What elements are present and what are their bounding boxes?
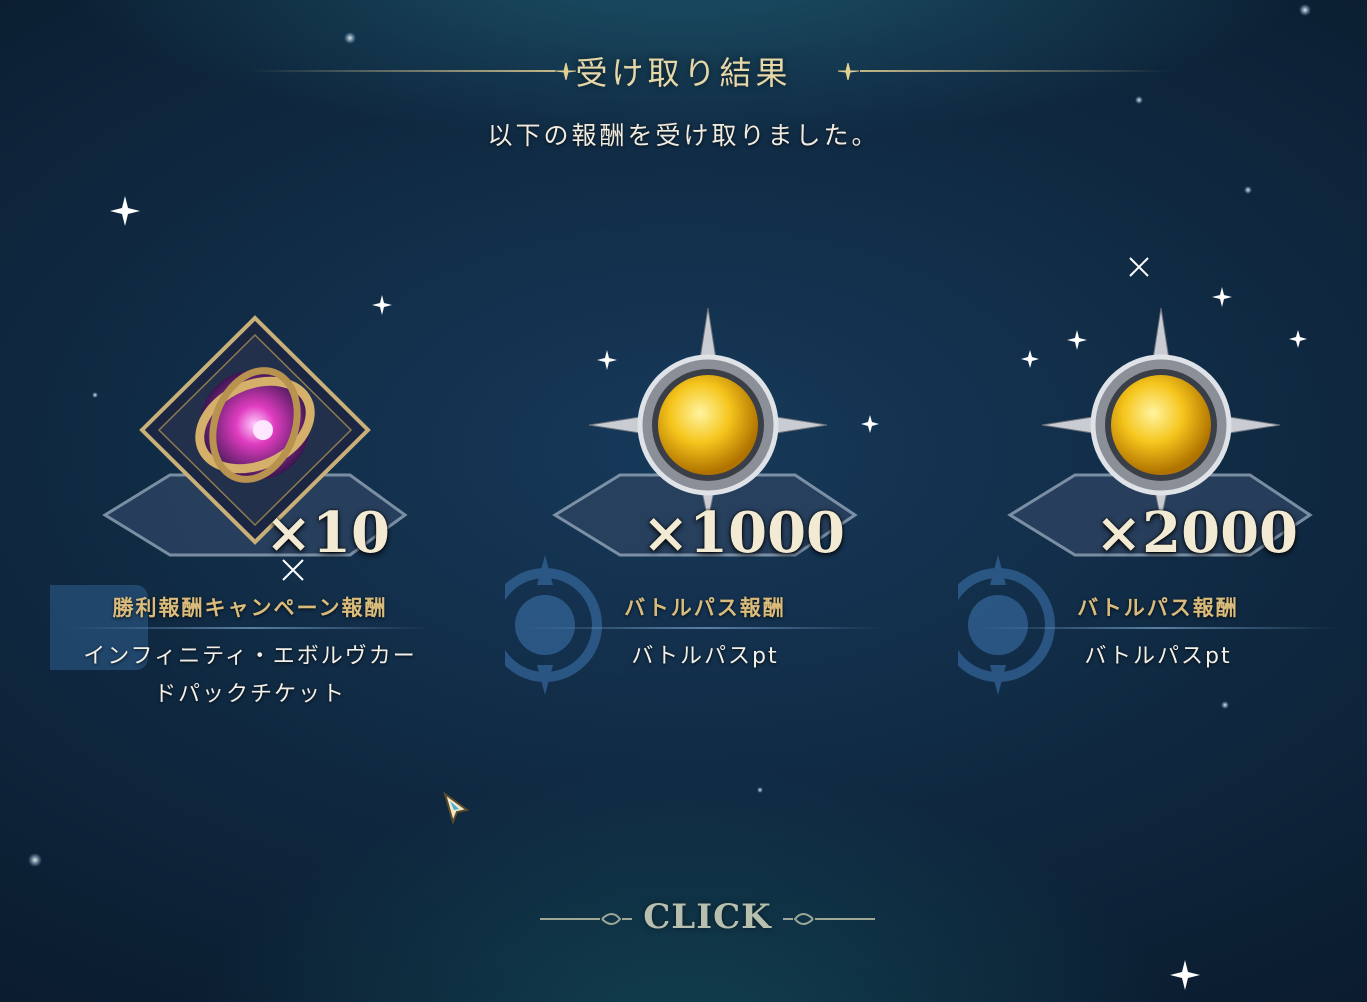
reward-2-category: バトルパス報酬 [624,596,786,620]
category-underline [525,627,885,629]
reward-3-name: バトルパスpt [958,638,1358,676]
reward-2-quantity: ×1000 [642,500,845,566]
category-underline [978,627,1338,629]
reward-card-1: ×10 勝利報酬キャンペーン報酬 インフィニティ・エボルヴカー ドパックチケット [50,0,450,720]
category-underline [70,627,430,629]
reward-1-category: 勝利報酬キャンペーン報酬 [112,596,388,620]
mouse-cursor-icon [443,792,470,824]
reward-1-name-line2: ドパックチケット [153,682,346,707]
click-ornament-right [783,913,875,925]
reward-1-quantity: ×10 [265,500,390,566]
reward-2-name: バトルパスpt [505,638,905,676]
reward-3-quantity: ×2000 [1095,500,1298,566]
reward-2-name-line1: バトルパスpt [631,644,779,669]
reward-1-name-line1: インフィニティ・エボルヴカー [83,644,417,669]
click-to-continue-button[interactable]: CLICK [540,895,875,945]
reward-3-category: バトルパス報酬 [1077,596,1239,620]
reward-1-name: インフィニティ・エボルヴカー ドパックチケット [50,638,450,714]
reward-card-3: ×2000 バトルパス報酬 バトルパスpt [958,0,1358,720]
reward-card-2: ×1000 バトルパス報酬 バトルパスpt [505,0,905,720]
reward-3-name-line1: バトルパスpt [1084,644,1232,669]
